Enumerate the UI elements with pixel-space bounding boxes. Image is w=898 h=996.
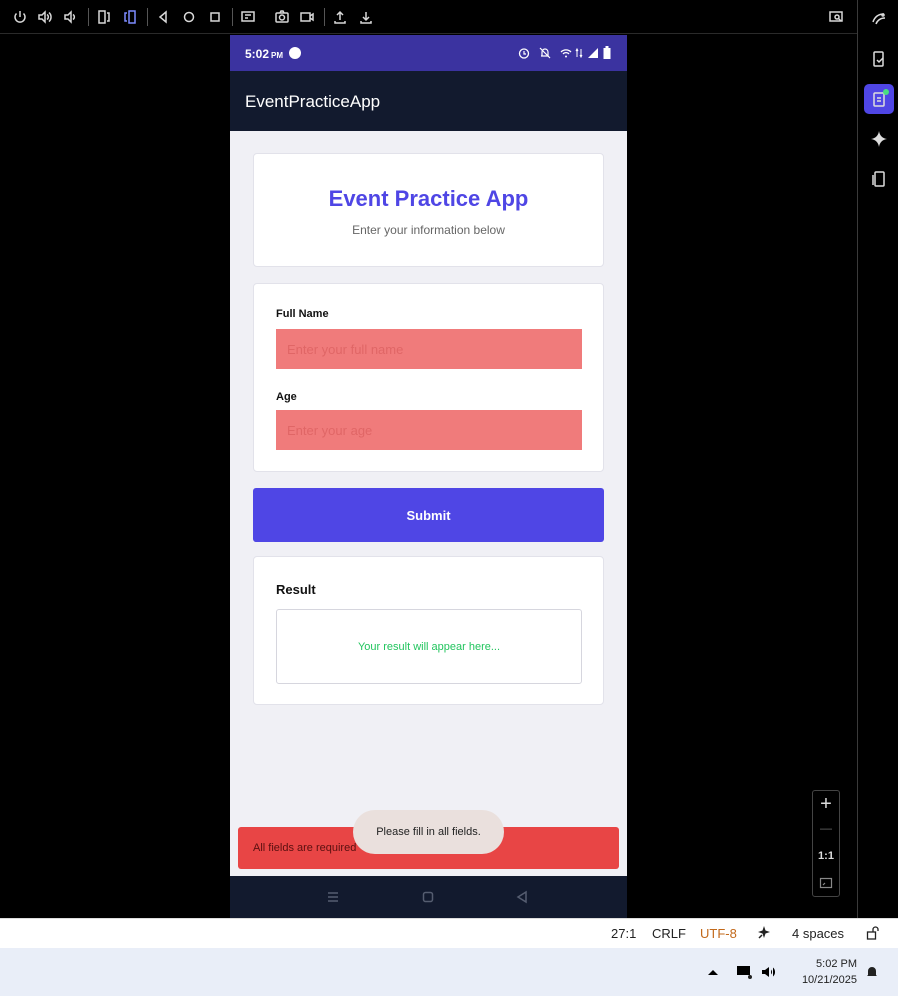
rotate-right-icon[interactable] — [120, 7, 140, 27]
device-mirroring-icon[interactable] — [864, 164, 894, 194]
phone-screen: 5:02 PM EventPracticeApp Event Practice A… — [230, 35, 627, 918]
ai-assistant-icon[interactable] — [756, 925, 772, 941]
status-bar: 5:02 PM — [230, 35, 627, 71]
result-title: Result — [276, 582, 316, 597]
back-icon[interactable] — [153, 7, 173, 27]
volume-up-icon[interactable] — [35, 7, 55, 27]
error-text: All fields are required — [253, 842, 357, 854]
zoom-control: + — 1:1 — [812, 790, 840, 897]
running-devices-icon[interactable] — [864, 4, 894, 34]
age-label: Age — [276, 391, 297, 403]
header-card: Event Practice App Enter your informatio… — [253, 153, 604, 267]
full-name-input[interactable] — [276, 329, 582, 369]
line-ending[interactable]: CRLF — [652, 926, 686, 941]
upload-icon[interactable] — [330, 7, 350, 27]
mute-icon — [539, 47, 551, 59]
chevron-up-icon[interactable] — [706, 967, 720, 977]
cursor-position[interactable]: 27:1 — [611, 926, 636, 941]
file-encoding[interactable]: UTF-8 — [700, 926, 737, 941]
download-icon[interactable] — [356, 7, 376, 27]
volume-down-icon[interactable] — [60, 7, 80, 27]
device-explorer-icon[interactable] — [864, 84, 894, 114]
power-icon[interactable] — [10, 7, 30, 27]
right-tool-panel — [857, 0, 898, 918]
fold-icon[interactable] — [238, 7, 258, 27]
emulator-toolbar — [0, 0, 858, 34]
wifi-icon — [560, 49, 572, 58]
home-icon[interactable] — [179, 7, 199, 27]
windows-taskbar: 5:02 PM 10/21/2025 — [0, 948, 898, 996]
ide-status-bar: 27:1 CRLF UTF-8 4 spaces — [0, 918, 898, 948]
recents-nav-icon[interactable] — [326, 890, 340, 904]
result-box: Your result will appear here... — [276, 609, 582, 684]
unlock-icon[interactable] — [866, 926, 880, 940]
fit-screen-icon[interactable] — [819, 876, 833, 890]
home-nav-icon[interactable] — [421, 890, 435, 904]
age-input[interactable] — [276, 410, 582, 450]
submit-button[interactable]: Submit — [253, 488, 604, 542]
rotate-left-icon[interactable] — [94, 7, 114, 27]
screenshot-icon[interactable] — [272, 7, 292, 27]
zoom-ratio-button[interactable]: 1:1 — [813, 850, 839, 862]
app-title: EventPracticeApp — [245, 92, 381, 111]
search-window-icon[interactable] — [826, 7, 846, 27]
nav-bar — [230, 876, 627, 918]
alarm-icon — [518, 48, 530, 59]
battery-icon — [603, 46, 611, 59]
network-icon[interactable] — [735, 963, 753, 981]
data-icon — [575, 47, 583, 59]
indent-setting[interactable]: 4 spaces — [792, 926, 844, 941]
full-name-label: Full Name — [276, 308, 329, 320]
page-subtitle: Enter your information below — [352, 223, 505, 237]
form-card: Full Name Age — [253, 283, 604, 472]
zoom-in-button[interactable]: + — [813, 793, 839, 816]
record-icon[interactable] — [297, 7, 317, 27]
notification-app-icon — [289, 47, 301, 59]
notification-bell-icon[interactable] — [864, 964, 880, 980]
gemini-icon[interactable] — [864, 124, 894, 154]
toast-message: Please fill in all fields. — [353, 810, 504, 854]
overview-icon[interactable] — [205, 7, 225, 27]
result-card: Result Your result will appear here... — [253, 556, 604, 705]
device-manager-icon[interactable] — [864, 44, 894, 74]
signal-icon — [588, 48, 598, 58]
result-placeholder: Your result will appear here... — [357, 640, 501, 653]
page-title: Event Practice App — [328, 186, 529, 211]
speaker-icon[interactable] — [760, 963, 778, 981]
status-time: 5:02 PM — [245, 47, 284, 61]
zoom-out-button[interactable]: — — [813, 821, 839, 835]
back-nav-icon[interactable] — [515, 890, 529, 904]
clock-date[interactable]: 10/21/2025 — [793, 974, 857, 986]
clock-time[interactable]: 5:02 PM — [793, 958, 857, 970]
